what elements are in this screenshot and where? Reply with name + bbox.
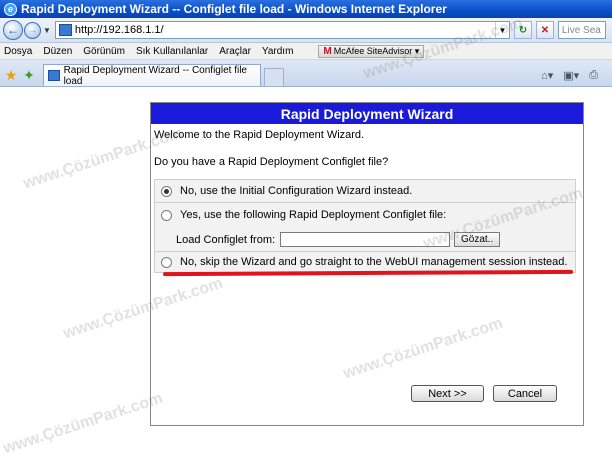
radio-button[interactable] xyxy=(161,185,172,197)
command-bar: ⌂▾ ▣▾ ⎙ xyxy=(531,64,598,86)
radio-button[interactable] xyxy=(161,256,172,268)
wizard-title: Rapid Deployment Wizard xyxy=(151,103,583,124)
refresh-button[interactable]: ↻ xyxy=(513,21,532,39)
ie-logo-icon: e xyxy=(4,2,17,16)
feeds-icon[interactable]: ▣▾ xyxy=(563,69,579,82)
rapid-deployment-wizard: Rapid Deployment Wizard Welcome to the R… xyxy=(150,102,584,426)
address-dropdown-icon[interactable]: ▼ xyxy=(494,22,509,38)
tab-bar: ★ ✦ Rapid Deployment Wizard -- Configlet… xyxy=(0,60,612,87)
forward-button[interactable]: → xyxy=(24,21,41,39)
page-icon xyxy=(48,70,60,81)
wizard-question: Do you have a Rapid Deployment Configlet… xyxy=(154,156,389,168)
red-underline-annotation xyxy=(162,269,574,277)
option-skip-wizard[interactable]: No, skip the Wizard and go straight to t… xyxy=(161,256,567,268)
window-title: Rapid Deployment Wizard -- Configlet fil… xyxy=(21,2,447,16)
new-tab-button[interactable] xyxy=(264,68,284,86)
divider xyxy=(155,251,575,252)
page-icon xyxy=(58,24,72,36)
configlet-file-input[interactable] xyxy=(280,232,450,247)
mcafee-logo-icon: M xyxy=(323,45,332,57)
history-dropdown-icon[interactable]: ▼ xyxy=(43,26,51,35)
address-bar[interactable]: http://192.168.1.1/ ▼ xyxy=(54,21,510,39)
load-configlet-label: Load Configlet from: xyxy=(176,233,276,246)
menu-dosya[interactable]: Dosya xyxy=(4,46,32,57)
page-content: Rapid Deployment Wizard Welcome to the R… xyxy=(0,88,612,456)
mcafee-label: McAfee SiteAdvisor xyxy=(333,46,413,56)
tab-rapid-deployment[interactable]: Rapid Deployment Wizard -- Configlet fil… xyxy=(43,64,261,87)
favorites-star-icon[interactable]: ★ xyxy=(3,64,19,86)
window-title-bar: e Rapid Deployment Wizard -- Configlet f… xyxy=(0,0,612,18)
option-use-initial-wizard[interactable]: No, use the Initial Configuration Wizard… xyxy=(161,185,412,197)
address-url[interactable]: http://192.168.1.1/ xyxy=(75,24,495,36)
cancel-button[interactable]: Cancel xyxy=(493,385,557,402)
menu-gorunum[interactable]: Görünüm xyxy=(83,46,125,57)
option-use-configlet-file[interactable]: Yes, use the following Rapid Deployment … xyxy=(161,209,446,221)
next-button[interactable]: Next >> xyxy=(411,385,484,402)
menu-araclar[interactable]: Araçlar xyxy=(219,46,251,57)
live-search-input[interactable]: Live Sea xyxy=(557,21,606,39)
option-label: No, skip the Wizard and go straight to t… xyxy=(180,256,568,268)
option-label: Yes, use the following Rapid Deployment … xyxy=(180,209,447,221)
load-configlet-row: Load Configlet from: Gözat.. xyxy=(176,232,501,247)
browse-button[interactable]: Gözat.. xyxy=(454,232,501,247)
print-icon[interactable]: ⎙ xyxy=(589,69,598,82)
chevron-down-icon: ▾ xyxy=(412,45,420,56)
radio-button[interactable] xyxy=(161,209,172,221)
stop-button[interactable]: ✕ xyxy=(535,21,554,39)
options-group: No, use the Initial Configuration Wizard… xyxy=(154,179,576,277)
address-toolbar: ← → ▼ http://192.168.1.1/ ▼ ↻ ✕ Live Sea xyxy=(0,18,612,43)
wizard-welcome-text: Welcome to the Rapid Deployment Wizard. xyxy=(154,129,365,141)
home-icon[interactable]: ⌂▾ xyxy=(541,69,553,82)
mcafee-siteadvisor-button[interactable]: M McAfee SiteAdvisor ▾ xyxy=(318,44,425,58)
back-button[interactable]: ← xyxy=(3,20,23,40)
tab-label: Rapid Deployment Wizard -- Configlet fil… xyxy=(63,64,247,87)
menu-favorites[interactable]: Sık Kullanılanlar xyxy=(136,46,208,57)
menu-duzen[interactable]: Düzen xyxy=(43,46,72,57)
menu-bar: Dosya Düzen Görünüm Sık Kullanılanlar Ar… xyxy=(0,43,612,60)
add-favorite-icon[interactable]: ✦ xyxy=(21,64,37,86)
option-label: No, use the Initial Configuration Wizard… xyxy=(180,185,413,197)
menu-yardim[interactable]: Yardım xyxy=(262,46,294,57)
divider xyxy=(155,202,575,203)
